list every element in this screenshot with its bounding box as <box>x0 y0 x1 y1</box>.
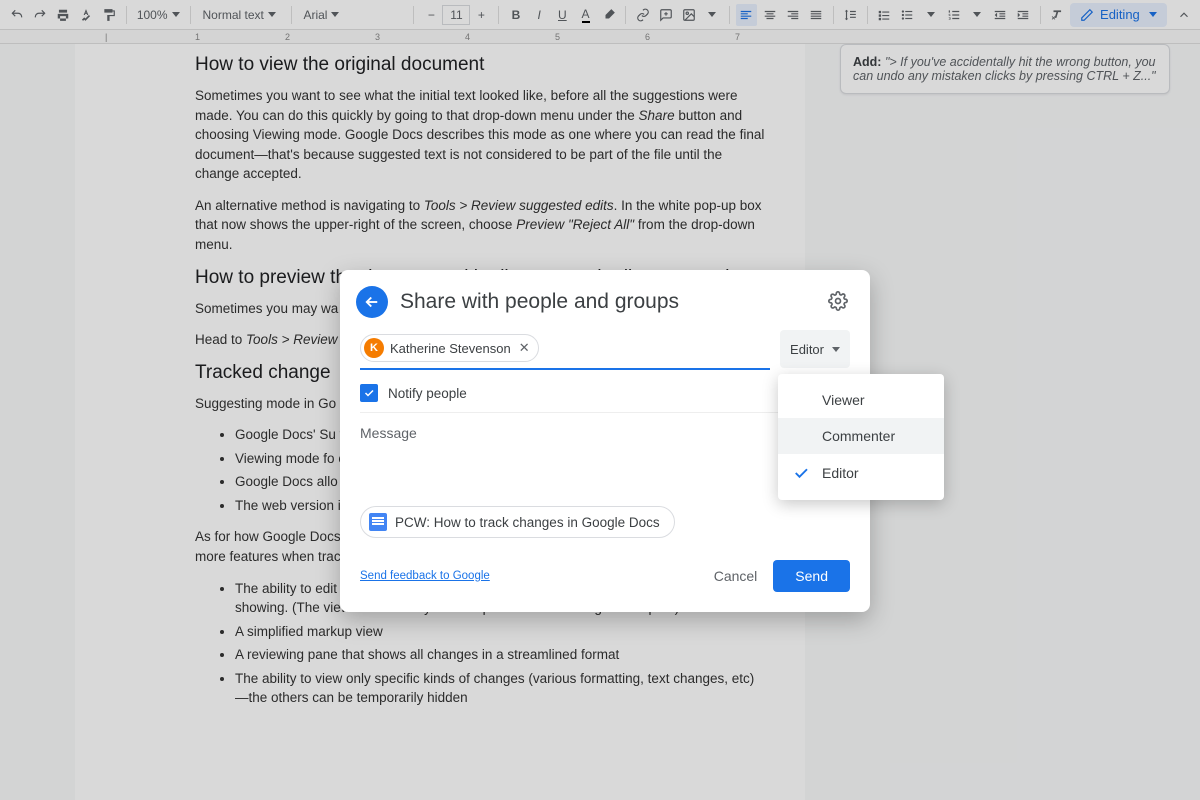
docs-icon <box>369 513 387 531</box>
notify-checkbox[interactable] <box>360 384 378 402</box>
role-option-editor[interactable]: Editor <box>778 454 944 492</box>
role-dropdown-menu: Viewer Commenter Editor <box>778 374 944 500</box>
message-input[interactable]: Message <box>360 412 850 498</box>
doc-chip-name: PCW: How to track changes in Google Docs <box>395 515 660 530</box>
attached-doc-chip[interactable]: PCW: How to track changes in Google Docs <box>360 506 675 538</box>
back-button[interactable] <box>356 286 388 318</box>
person-chip[interactable]: K Katherine Stevenson ✕ <box>360 334 539 362</box>
remove-chip-icon[interactable]: ✕ <box>517 340 532 356</box>
role-option-viewer[interactable]: Viewer <box>778 382 944 418</box>
arrow-left-icon <box>363 293 381 311</box>
settings-button[interactable] <box>828 291 850 313</box>
send-button[interactable]: Send <box>773 560 850 592</box>
dialog-title: Share with people and groups <box>400 290 816 314</box>
gear-icon <box>828 291 848 311</box>
role-select[interactable]: Editor <box>780 330 850 368</box>
role-option-commenter[interactable]: Commenter <box>778 418 944 454</box>
check-icon <box>363 387 375 399</box>
send-feedback-link[interactable]: Send feedback to Google <box>360 570 490 582</box>
notify-label: Notify people <box>388 386 467 401</box>
people-input[interactable]: K Katherine Stevenson ✕ <box>360 330 770 370</box>
chip-name: Katherine Stevenson <box>390 341 511 356</box>
cancel-button[interactable]: Cancel <box>698 560 774 592</box>
avatar: K <box>364 338 384 358</box>
check-icon <box>792 464 812 482</box>
chevron-down-icon <box>832 347 840 352</box>
